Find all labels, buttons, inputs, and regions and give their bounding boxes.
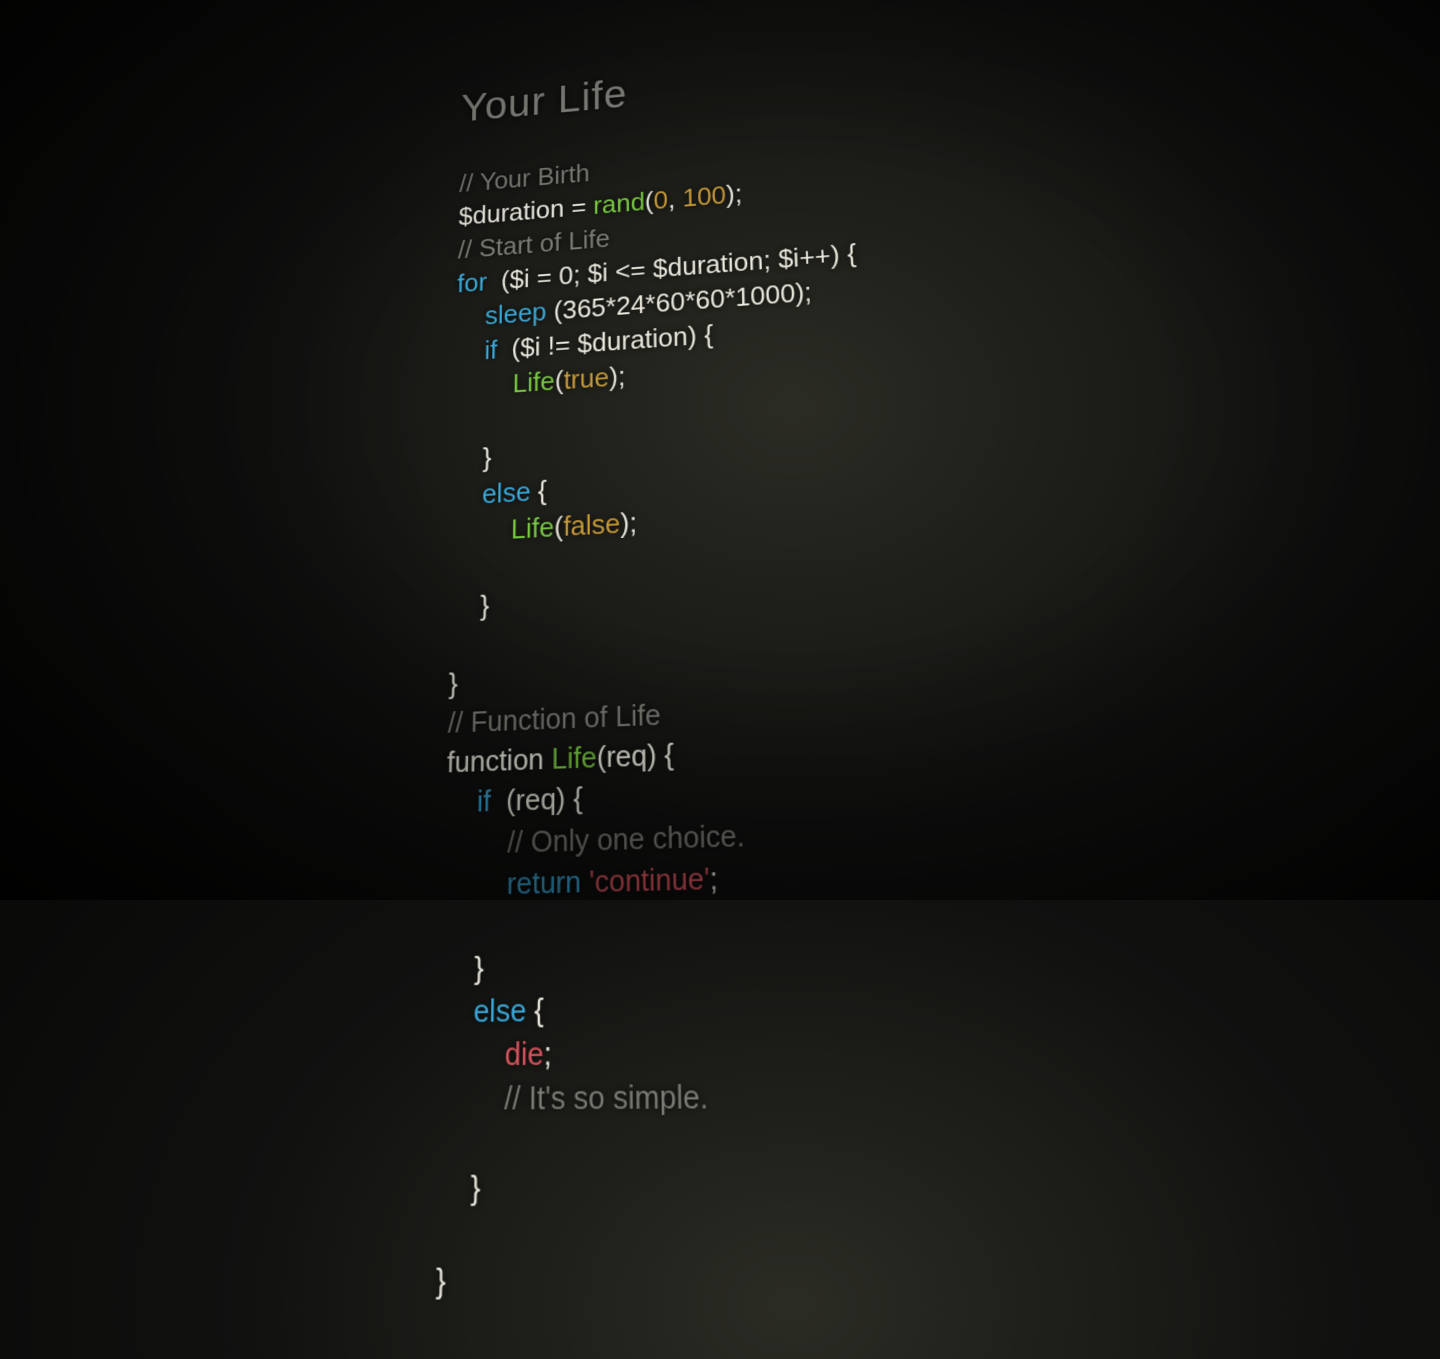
brace-close-2: }: [480, 589, 490, 622]
comment-birth: // Your Birth: [459, 158, 590, 197]
indent: [456, 301, 485, 333]
indent: [455, 336, 484, 368]
indent: [452, 478, 482, 511]
indent: [440, 1035, 505, 1073]
indent: [442, 950, 474, 987]
kw-for: for: [457, 267, 487, 298]
paren-close-4: ): [620, 506, 629, 539]
kw-else: else: [482, 475, 531, 509]
kw-function: function: [447, 742, 552, 780]
indent: [452, 513, 512, 548]
indent: [437, 1169, 470, 1208]
comment-only-choice: // Only one choice.: [507, 817, 745, 859]
indent: [453, 442, 483, 475]
indent: [441, 992, 473, 1029]
for-gap: (: [487, 265, 510, 296]
brace-close-6: }: [436, 1260, 447, 1300]
str-continue: 'continue': [589, 860, 710, 899]
semi: ;: [734, 179, 742, 209]
indent: [445, 824, 508, 861]
fn-sleep: sleep: [485, 297, 547, 331]
brace-open-2: {: [531, 474, 548, 506]
comment-func: // Function of Life: [447, 698, 660, 740]
num-hundred: 100: [682, 180, 726, 213]
indent: [444, 865, 507, 902]
comma: ,: [668, 184, 683, 214]
fn-life-decl: Life: [552, 740, 597, 776]
brace-close-5: }: [470, 1169, 480, 1208]
brace-close-3: }: [448, 667, 458, 701]
num-zero: 0: [653, 185, 668, 215]
indent: [455, 369, 513, 403]
kw-die: die: [505, 1035, 544, 1073]
semi-5: ;: [544, 1035, 552, 1073]
paren-open: (: [645, 186, 654, 216]
brace-close-4: }: [474, 949, 484, 986]
kw-return: return: [507, 863, 589, 901]
op-assign: =: [564, 191, 593, 222]
semi-3: ;: [629, 506, 637, 538]
indent: [446, 784, 477, 820]
kw-if-2: if: [477, 784, 491, 819]
kw-else-2: else: [473, 992, 526, 1030]
title: Your Life: [461, 71, 628, 129]
var-duration: $duration: [458, 194, 564, 231]
indent: [439, 1079, 504, 1117]
brace-open: {: [839, 238, 857, 269]
semi-2: ;: [618, 361, 626, 392]
kw-if: if: [484, 335, 497, 366]
bool-true: true: [564, 362, 610, 396]
fn-rand: rand: [593, 187, 645, 220]
fn-life: Life: [512, 366, 554, 399]
wallpaper-stage: Your Life // Your Birth $duration = rand…: [0, 0, 1440, 900]
brace-open-3: {: [526, 991, 544, 1028]
comment-simple: // It's so simple.: [504, 1078, 708, 1117]
bool-false: false: [563, 507, 620, 542]
indent: [450, 589, 480, 623]
if-req: (req) {: [491, 781, 583, 819]
code-block: Your Life // Your Birth $duration = rand…: [434, 0, 1222, 1359]
fn-life-2: Life: [511, 511, 554, 545]
func-sig: (req) {: [597, 737, 674, 774]
paren-close-3: ): [609, 361, 618, 392]
semi-4: ;: [709, 860, 718, 896]
brace-close: }: [482, 441, 491, 472]
